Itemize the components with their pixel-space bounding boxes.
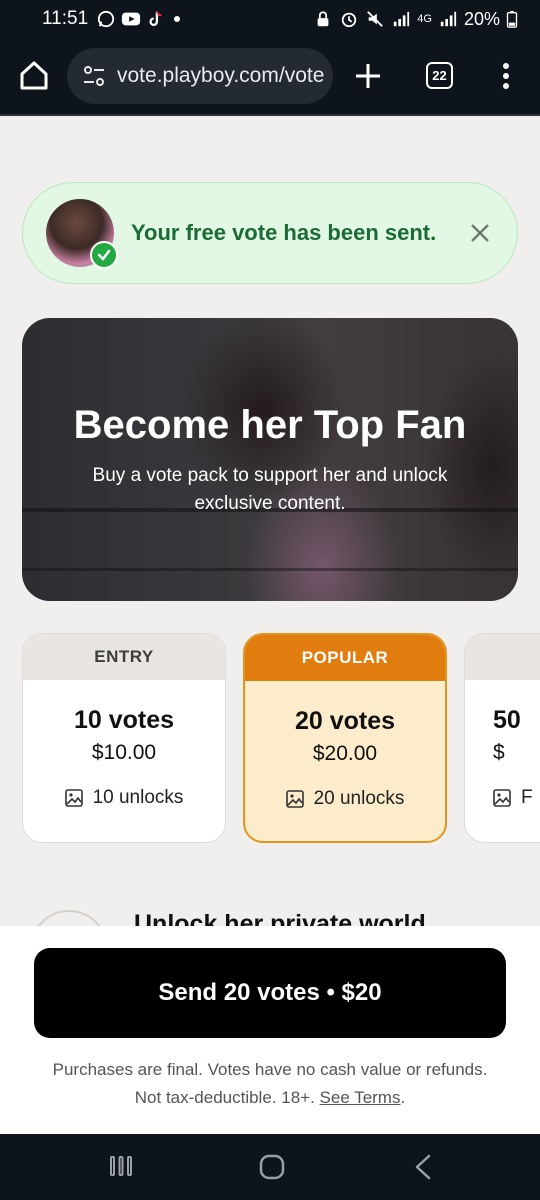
pack-unlocks-text: 10 unlocks: [92, 787, 184, 808]
home-nav-icon[interactable]: [259, 1154, 285, 1180]
toast-message: Your free vote has been sent.: [131, 220, 437, 245]
hero-overlay: [22, 318, 518, 601]
pack-price: $10.00: [91, 741, 157, 764]
pack-price: $20.00: [312, 742, 378, 765]
hero-subtitle: Buy a vote pack to support her and unloc…: [92, 465, 448, 514]
notification-dot: [174, 16, 181, 22]
whatsapp-icon: [98, 10, 115, 28]
tiktok-icon: [149, 11, 162, 26]
lock-icon: [317, 11, 329, 27]
pack-unlocks: 10 unlocks: [23, 787, 225, 809]
youtube-icon: [122, 12, 141, 26]
network-type: 4G: [417, 12, 432, 25]
system-nav-bar: [0, 1134, 540, 1200]
signal-icon: [394, 11, 410, 27]
recents-icon[interactable]: [108, 1154, 134, 1178]
checkout-sheet: Send 20 votes • $20 Purchases are final.…: [0, 926, 540, 1134]
hero-title: Become her Top Fan: [73, 403, 467, 447]
avatar: [46, 199, 118, 269]
home-icon[interactable]: [17, 58, 51, 92]
status-time: 11:51: [42, 8, 89, 29]
signal-icon: [440, 11, 457, 27]
pack-tier-label: POPULAR: [245, 635, 445, 681]
disclaimer-text: Not tax-deductible. 18+.: [134, 1088, 320, 1107]
vote-pack-card-50[interactable]: 50 $ F: [464, 633, 540, 843]
image-icon: [285, 790, 304, 808]
vote-sent-toast: Your free vote has been sent.: [22, 182, 518, 284]
close-icon[interactable]: [469, 222, 491, 244]
image-icon: [493, 789, 511, 807]
vote-pack-card-entry[interactable]: ENTRY 10 votes $10.00 10 unlocks: [22, 633, 226, 843]
alarm-icon: [342, 12, 357, 28]
vote-pack-list: ENTRY 10 votes $10.00 10 unlocks POPULAR…: [22, 633, 540, 845]
address-bar[interactable]: vote.playboy.com/vote: [67, 48, 333, 104]
site-settings-icon[interactable]: [81, 63, 107, 89]
tab-switcher-button[interactable]: 22: [426, 62, 453, 89]
pack-unlocks-text: F: [521, 787, 533, 808]
hero-banner: Become her Top Fan Buy a vote pack to su…: [22, 318, 518, 601]
pack-tier-label: [465, 634, 540, 680]
browser-toolbar: vote.playboy.com/vote 22: [0, 38, 540, 116]
battery-icon: [506, 10, 518, 28]
vote-pack-card-popular[interactable]: POPULAR 20 votes $20.00 20 unlocks: [243, 633, 447, 843]
purchase-disclaimer: Purchases are final. Votes have no cash …: [20, 1056, 520, 1112]
mute-icon: [367, 11, 384, 27]
send-votes-button[interactable]: Send 20 votes • $20: [34, 948, 506, 1038]
pack-votes: 10 votes: [73, 706, 175, 734]
pack-unlocks-text: 20 unlocks: [313, 788, 405, 809]
see-terms-link[interactable]: See Terms: [320, 1088, 401, 1107]
pack-unlocks: 20 unlocks: [245, 788, 445, 810]
disclaimer-line-1: Purchases are final. Votes have no cash …: [52, 1060, 488, 1079]
new-tab-icon[interactable]: [352, 60, 384, 92]
battery-percent: 20%: [463, 8, 500, 29]
back-icon[interactable]: [412, 1154, 434, 1180]
check-icon: [90, 241, 118, 269]
url-text[interactable]: vote.playboy.com/vote: [117, 64, 324, 88]
pack-price: $: [493, 741, 505, 764]
tab-count: 22: [432, 68, 447, 83]
disclaimer-period: .: [400, 1088, 406, 1107]
image-icon: [64, 789, 83, 807]
pack-tier-label: ENTRY: [23, 634, 225, 680]
overflow-menu-icon[interactable]: [498, 60, 514, 92]
status-bar: 11:51 4G 20%: [0, 0, 540, 38]
disclaimer-line-2: Not tax-deductible. 18+. See Terms.: [20, 1084, 520, 1112]
pack-unlocks: F: [465, 787, 540, 809]
pack-votes: 20 votes: [294, 707, 396, 735]
pack-votes: 50: [493, 706, 521, 734]
